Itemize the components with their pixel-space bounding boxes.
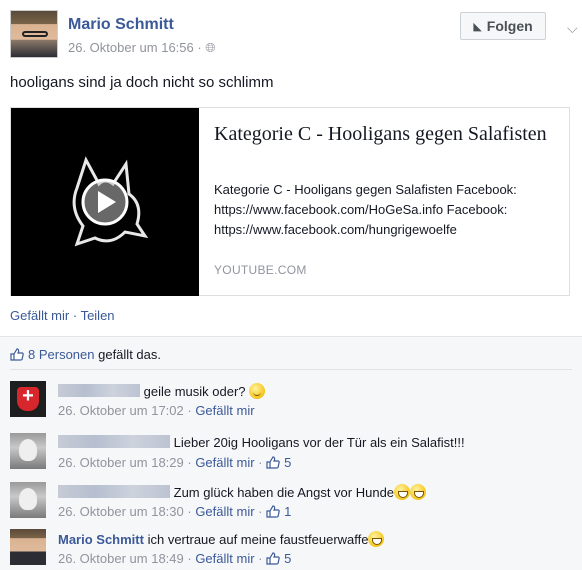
comment-meta: 26. Oktober um 17:02 · Gefällt mir <box>58 403 255 418</box>
redacted-name <box>58 384 140 397</box>
commenter-avatar[interactable] <box>10 381 46 417</box>
link-description: Kategorie C - Hooligans gegen Salafisten… <box>214 182 517 237</box>
comment-body: geile musik oder? <box>58 383 266 399</box>
comment-time[interactable]: 26. Oktober um 17:02 <box>58 403 184 418</box>
comment-like-count[interactable]: 1 <box>284 504 291 519</box>
video-thumbnail[interactable] <box>11 108 199 296</box>
follow-label: Folgen <box>486 18 533 34</box>
comment-like-button[interactable]: Gefällt mir <box>195 504 254 519</box>
post-timestamp[interactable]: 26. Oktober um 16:56 · 🌐︎ <box>68 40 216 56</box>
commenter-avatar[interactable] <box>10 529 46 565</box>
laugh-emoji-icon <box>410 484 427 500</box>
divider <box>10 369 572 370</box>
comment-body: Lieber 20ig Hooligans vor der Tür als ei… <box>58 435 465 450</box>
comment-author[interactable]: Mario Schmitt <box>58 532 144 547</box>
comment-meta: 26. Oktober um 18:49 · Gefällt mir · 5 <box>58 551 292 566</box>
laugh-emoji-icon <box>394 484 411 500</box>
link-source: YOUTUBE.COM <box>214 263 307 277</box>
laugh-emoji-icon <box>368 531 385 547</box>
comment-like-count[interactable]: 5 <box>284 455 291 470</box>
comment-meta: 26. Oktober um 18:30 · Gefällt mir · 1 <box>58 504 292 519</box>
action-separator: · <box>69 308 81 323</box>
follow-button[interactable]: ◣ Folgen <box>460 12 546 40</box>
rss-icon: ◣ <box>473 20 482 33</box>
comment-meta: 26. Oktober um 18:29 · Gefällt mir · 5 <box>58 455 292 470</box>
comment-like-button[interactable]: Gefällt mir <box>195 455 254 470</box>
thumbs-up-icon <box>266 505 280 518</box>
comment-text: ich vertraue auf meine faustfeuerwaffe <box>147 532 369 547</box>
comment: Mario Schmitt ich vertraue auf meine fau… <box>10 529 570 570</box>
smile-emoji-icon <box>249 383 266 399</box>
comment: Zum glück haben die Angst vor Hunde 26. … <box>10 482 570 524</box>
post-author-name[interactable]: Mario Schmitt <box>68 16 174 34</box>
link-title[interactable]: Kategorie C - Hooligans gegen Salafisten <box>214 122 554 146</box>
globe-icon: 🌐︎ <box>205 40 216 55</box>
author-avatar[interactable] <box>10 10 58 58</box>
comment-like-button[interactable]: Gefällt mir <box>195 403 254 418</box>
thumbs-up-icon <box>266 552 280 565</box>
post-timestamp-text[interactable]: 26. Oktober um 16:56 · <box>68 40 205 55</box>
redacted-name <box>58 485 170 498</box>
commenter-avatar[interactable] <box>10 482 46 518</box>
post-text: hooligans sind ja doch nicht so schlimm <box>10 74 274 91</box>
likes-suffix: gefällt das. <box>94 347 161 362</box>
link-preview-card[interactable]: Kategorie C - Hooligans gegen Salafisten… <box>10 107 570 296</box>
comment-time[interactable]: 26. Oktober um 18:30 <box>58 504 184 519</box>
comment-text: Lieber 20ig Hooligans vor der Tür als ei… <box>173 435 465 450</box>
comment: geile musik oder? 26. Oktober um 17:02 ·… <box>10 381 570 423</box>
likes-count-link[interactable]: 8 Personen <box>28 347 95 362</box>
comment-text: geile musik oder? <box>143 384 246 399</box>
post-header: Mario Schmitt 26. Oktober um 16:56 · 🌐︎ … <box>10 10 578 62</box>
post-actions: Gefällt mir · Teilen <box>10 308 115 323</box>
comment-text: Zum glück haben die Angst vor Hunde <box>173 485 395 500</box>
feedback-section: 8 Personen gefällt das. geile musik oder… <box>0 336 582 570</box>
comment-like-count[interactable]: 5 <box>284 551 291 566</box>
commenter-avatar[interactable] <box>10 433 46 469</box>
comment-like-button[interactable]: Gefällt mir <box>195 551 254 566</box>
comment-body: Zum glück haben die Angst vor Hunde <box>58 484 427 500</box>
comment-time[interactable]: 26. Oktober um 18:29 <box>58 455 184 470</box>
likes-summary: 8 Personen gefällt das. <box>10 347 161 362</box>
chevron-down-icon[interactable]: ⌵ <box>567 20 578 37</box>
comment-body: Mario Schmitt ich vertraue auf meine fau… <box>58 531 385 547</box>
comment-time[interactable]: 26. Oktober um 18:49 <box>58 551 184 566</box>
like-button[interactable]: Gefällt mir <box>10 308 69 323</box>
thumbs-up-icon <box>266 456 280 469</box>
share-button[interactable]: Teilen <box>81 308 115 323</box>
comment: Lieber 20ig Hooligans vor der Tür als ei… <box>10 433 570 475</box>
redacted-name <box>58 435 170 448</box>
thumbs-up-icon <box>10 348 24 361</box>
